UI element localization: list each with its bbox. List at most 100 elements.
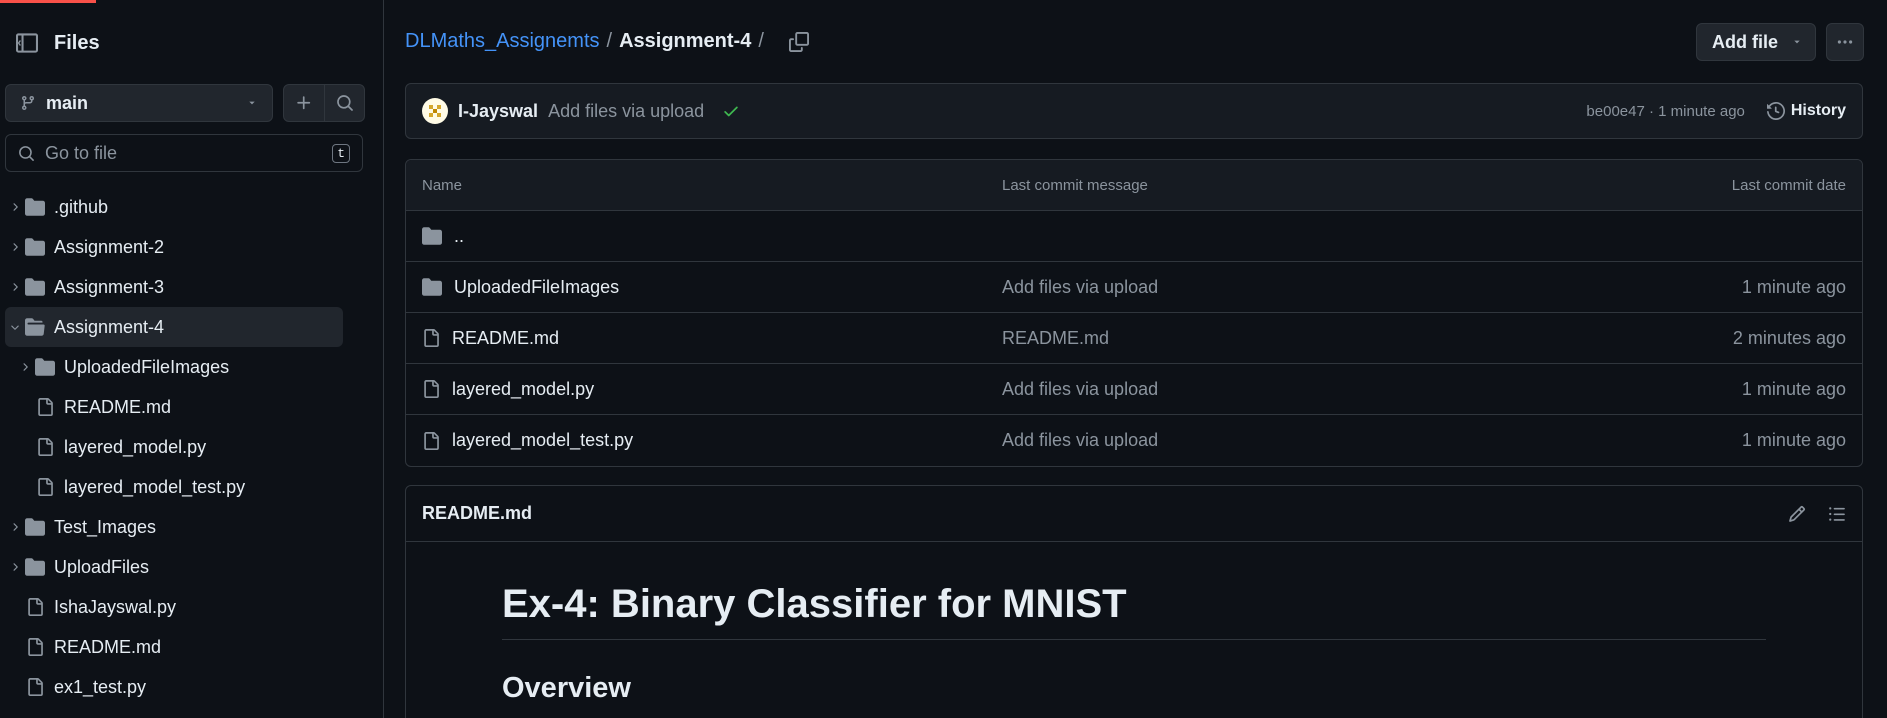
column-header-message: Last commit message bbox=[1002, 176, 1148, 194]
file-tree-sidebar: Files main t bbox=[0, 0, 384, 718]
breadcrumb-repo-link[interactable]: DLMaths_Assignemts bbox=[405, 30, 600, 53]
readme-header: README.md bbox=[406, 486, 1862, 542]
add-file-button[interactable]: Add file bbox=[1696, 23, 1816, 61]
branch-selector[interactable]: main bbox=[5, 84, 273, 122]
commit-author[interactable]: I-Jayswal bbox=[458, 101, 538, 122]
file-table-header: Name Last commit message Last commit dat… bbox=[406, 160, 1862, 211]
tree-item-label: README.md bbox=[54, 636, 162, 657]
table-row[interactable]: layered_model_test.py Add files via uplo… bbox=[406, 415, 1862, 466]
tree-item-label: UploadFiles bbox=[54, 556, 150, 577]
file-name-link[interactable]: layered_model.py bbox=[452, 379, 594, 400]
column-header-date: Last commit date bbox=[1731, 176, 1846, 194]
tree-item-assignment-4[interactable]: Assignment-4 bbox=[5, 307, 343, 347]
tree-action-group bbox=[283, 84, 365, 122]
file-name-cell: README.md bbox=[422, 328, 1002, 349]
commit-message-link[interactable]: Add files via upload bbox=[1002, 379, 1546, 400]
sidebar-title: Files bbox=[54, 31, 100, 54]
table-row[interactable]: layered_model.py Add files via upload 1 … bbox=[406, 364, 1862, 415]
chevron-right-icon[interactable] bbox=[7, 241, 23, 253]
table-row[interactable]: UploadedFileImages Add files via upload … bbox=[406, 262, 1862, 313]
file-name-cell: .. bbox=[422, 226, 1002, 247]
tree-item-layered-model[interactable]: layered_model.py bbox=[5, 427, 343, 467]
commit-date: 1 minute ago bbox=[1741, 276, 1846, 297]
tree-item-label: layered_model_test.py bbox=[64, 476, 246, 497]
branch-name: main bbox=[46, 92, 89, 113]
file-table: Name Last commit message Last commit dat… bbox=[405, 159, 1863, 467]
commit-hash-time[interactable]: be00e47 · 1 minute ago bbox=[1586, 103, 1744, 120]
pencil-icon[interactable] bbox=[1788, 505, 1806, 523]
triangle-down-icon bbox=[1794, 40, 1800, 44]
go-to-file-input[interactable] bbox=[45, 142, 323, 164]
tree-item-label: layered_model.py bbox=[64, 436, 207, 457]
chevron-right-icon[interactable] bbox=[7, 521, 23, 533]
readme-tools bbox=[1788, 505, 1846, 523]
shortcut-key-badge: t bbox=[332, 143, 350, 163]
commit-message[interactable]: Add files via upload bbox=[548, 101, 704, 122]
file-icon bbox=[424, 431, 439, 450]
tree-item-assignment-2[interactable]: Assignment-2 bbox=[5, 227, 343, 267]
commit-message-link[interactable]: README.md bbox=[1002, 328, 1546, 349]
go-to-file-field[interactable]: t bbox=[5, 134, 363, 172]
parent-directory-row[interactable]: .. bbox=[406, 211, 1862, 262]
outline-list-icon[interactable] bbox=[1828, 505, 1846, 523]
file-name-link[interactable]: README.md bbox=[452, 328, 559, 349]
chevron-right-icon[interactable] bbox=[17, 361, 33, 373]
collapse-sidebar-button[interactable] bbox=[8, 24, 46, 62]
tree-item-layered-model-test[interactable]: layered_model_test.py bbox=[5, 467, 343, 507]
add-file-tree-button[interactable] bbox=[284, 85, 324, 121]
commit-message-link[interactable]: Add files via upload bbox=[1002, 277, 1546, 298]
search-tree-button[interactable] bbox=[324, 85, 364, 121]
breadcrumb-current: Assignment-4 bbox=[619, 30, 752, 52]
file-name-link[interactable]: layered_model_test.py bbox=[452, 430, 633, 451]
tree-item-readme-sub[interactable]: README.md bbox=[5, 387, 343, 427]
copy-icon bbox=[788, 31, 809, 52]
breadcrumb-separator: / bbox=[758, 30, 764, 52]
file-name-link[interactable]: UploadedFileImages bbox=[454, 277, 619, 298]
commit-message-link[interactable]: Add files via upload bbox=[1002, 430, 1546, 451]
folder-icon bbox=[422, 278, 442, 296]
tree-item-label: Test_Images bbox=[54, 516, 157, 537]
breadcrumb: DLMaths_Assignemts / Assignment-4 / bbox=[405, 30, 809, 53]
chevron-right-icon[interactable] bbox=[7, 281, 23, 293]
file-icon bbox=[424, 380, 439, 398]
tree-item-uploadedfileimages[interactable]: UploadedFileImages bbox=[5, 347, 343, 387]
branch-controls: main bbox=[5, 84, 365, 122]
tree-item-uploadfiles[interactable]: UploadFiles bbox=[5, 547, 343, 587]
identicon-icon bbox=[425, 101, 445, 121]
tree-item-ex1-test[interactable]: ex1_test.py bbox=[5, 667, 343, 707]
tree-item-test-images[interactable]: Test_Images bbox=[5, 507, 343, 547]
page-scrollbar[interactable] bbox=[1878, 0, 1887, 718]
main-content: DLMaths_Assignemts / Assignment-4 / Add … bbox=[385, 0, 1887, 718]
commit-date: 1 minute ago bbox=[1741, 430, 1846, 450]
chevron-right-icon[interactable] bbox=[7, 201, 23, 213]
tree-item-assignment-3[interactable]: Assignment-3 bbox=[5, 267, 343, 307]
column-header-name: Name bbox=[422, 176, 463, 194]
add-file-label: Add file bbox=[1712, 31, 1778, 52]
chevron-down-icon[interactable] bbox=[7, 321, 23, 333]
file-name-cell: UploadedFileImages bbox=[422, 277, 1002, 298]
tree-item-label: IshaJayswal.py bbox=[54, 596, 177, 617]
tree-item-label: Assignment-2 bbox=[54, 236, 165, 257]
file-icon bbox=[33, 398, 57, 416]
chevron-right-icon[interactable] bbox=[7, 561, 23, 573]
plus-icon bbox=[297, 96, 311, 110]
readme-content: Ex-4: Binary Classifier for MNIST Overvi… bbox=[406, 542, 1862, 705]
readme-title[interactable]: README.md bbox=[422, 503, 1788, 524]
git-branch-icon bbox=[22, 95, 34, 111]
tree-item-readme[interactable]: README.md bbox=[5, 627, 343, 667]
table-row[interactable]: README.md README.md 2 minutes ago bbox=[406, 313, 1862, 364]
avatar[interactable] bbox=[422, 98, 448, 124]
file-icon bbox=[23, 678, 47, 696]
latest-commit-bar: I-Jayswal Add files via upload be00e47 ·… bbox=[405, 83, 1863, 139]
readme-heading: Ex-4: Binary Classifier for MNIST bbox=[502, 582, 1766, 640]
search-icon bbox=[336, 95, 353, 111]
tree-item-label: UploadedFileImages bbox=[64, 356, 230, 377]
history-button[interactable]: History bbox=[1766, 102, 1846, 120]
tree-item-ishajayswal[interactable]: IshaJayswal.py bbox=[5, 587, 343, 627]
tree-item-label: Assignment-4 bbox=[54, 316, 165, 337]
parent-directory-link[interactable]: .. bbox=[454, 226, 464, 247]
breadcrumb-separator: / bbox=[606, 30, 613, 52]
tree-item-github[interactable]: .github bbox=[5, 187, 343, 227]
more-options-button[interactable] bbox=[1826, 23, 1864, 61]
copy-path-button[interactable] bbox=[788, 31, 809, 52]
